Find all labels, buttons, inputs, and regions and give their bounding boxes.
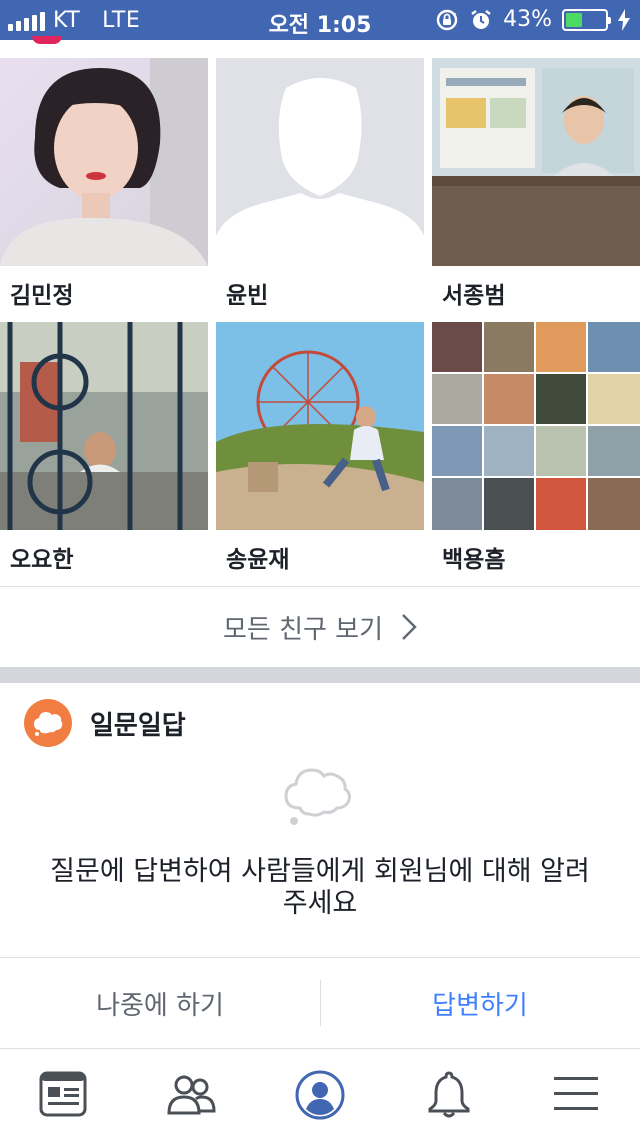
thought-bubble-icon <box>24 699 72 747</box>
profile-icon[interactable] <box>294 1069 346 1120</box>
see-all-label: 모든 친구 보기 <box>222 614 384 645</box>
friend-name[interactable]: 송윤재 <box>226 540 289 574</box>
tab-bar <box>0 1048 640 1136</box>
qa-card-actions: 나중에 하기 답변하기 <box>0 958 640 1048</box>
status-right: 43% <box>435 7 630 32</box>
notifications-icon[interactable] <box>424 1069 476 1119</box>
friend-name[interactable]: 윤빈 <box>226 276 268 310</box>
friend-photo[interactable] <box>432 58 640 266</box>
qa-card-header: 일문일답 <box>24 699 186 747</box>
friend-name[interactable]: 백용흠 <box>442 540 505 574</box>
friend-photo-collage[interactable] <box>432 322 640 530</box>
friend-name[interactable]: 서종범 <box>442 276 505 310</box>
friend-tile-5[interactable]: 송윤재 <box>216 322 424 573</box>
menu-icon[interactable] <box>552 1069 604 1119</box>
friend-tile-1[interactable]: 김민정 <box>0 58 208 309</box>
friend-name[interactable]: 오요한 <box>10 540 73 574</box>
friend-tile-6[interactable]: 백용흠 <box>432 322 640 573</box>
friend-tile-4[interactable]: 오요한 <box>0 322 208 573</box>
friend-photo[interactable] <box>0 58 208 266</box>
rotation-lock-icon <box>436 9 458 30</box>
section-separator <box>0 667 640 683</box>
friend-photo[interactable] <box>0 322 208 530</box>
charging-bolt-icon <box>618 8 630 31</box>
friends-icon[interactable] <box>166 1069 218 1119</box>
header-remnant <box>32 36 62 44</box>
chevron-right-icon <box>402 614 417 640</box>
friend-photo[interactable] <box>216 322 424 530</box>
friend-tile-2[interactable]: 윤빈 <box>216 58 424 309</box>
action-separator <box>320 980 321 1026</box>
battery-percent: 43% <box>503 7 552 32</box>
battery-icon <box>562 8 611 31</box>
thought-cloud-icon <box>282 764 358 830</box>
answer-button[interactable]: 답변하기 <box>320 958 640 1048</box>
alarm-icon <box>471 9 491 29</box>
qa-card-description: 질문에 답변하여 사람들에게 회원님에 대해 알려주세요 <box>50 856 590 919</box>
later-button[interactable]: 나중에 하기 <box>0 958 320 1048</box>
see-all-friends-button[interactable]: 모든 친구 보기 <box>0 587 640 667</box>
status-bar: KT LTE 오전 1:05 43% <box>0 0 640 40</box>
news-feed-icon[interactable] <box>38 1069 90 1119</box>
default-avatar-photo[interactable] <box>216 58 424 266</box>
friend-name[interactable]: 김민정 <box>10 276 73 310</box>
friend-tile-3[interactable]: 서종범 <box>432 58 640 309</box>
qa-card-title: 일문일답 <box>90 710 186 741</box>
